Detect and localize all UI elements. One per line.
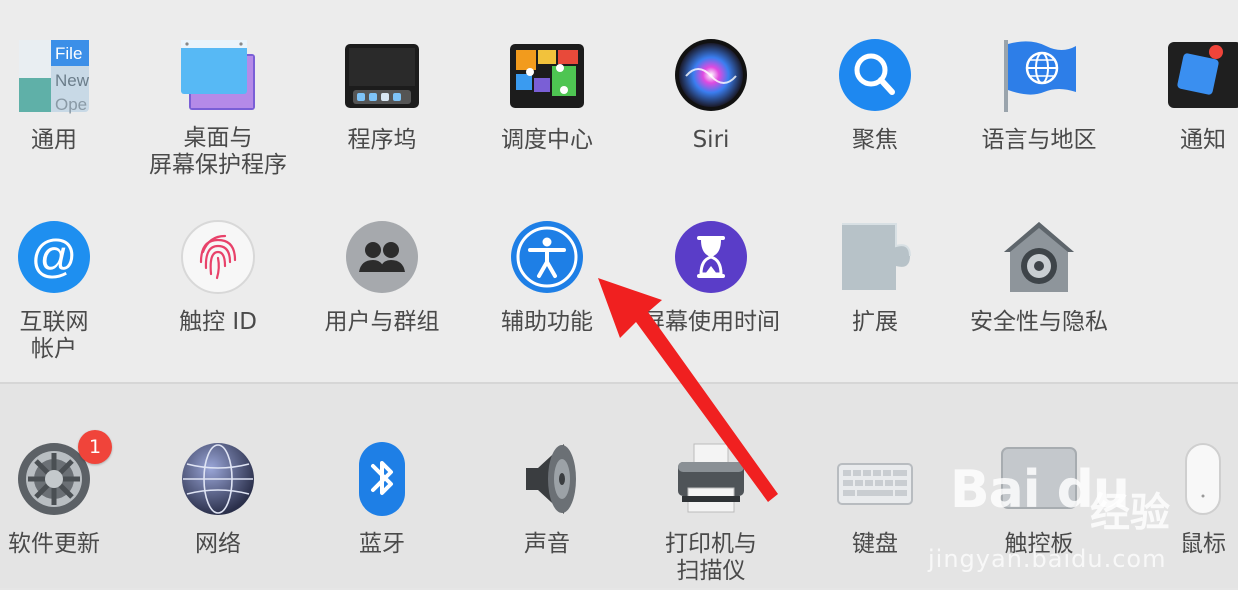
dock-icon xyxy=(345,44,419,108)
pane-bluetooth[interactable]: 蓝牙 xyxy=(300,440,464,570)
pane-language-region[interactable]: 语言与地区 xyxy=(957,36,1121,166)
pane-label: 键盘 xyxy=(852,531,898,557)
pane-label: 打印机与 扫描仪 xyxy=(665,531,757,584)
pane-siri[interactable]: Siri xyxy=(629,36,793,166)
pane-spotlight[interactable]: 聚焦 xyxy=(793,36,957,166)
pane-printers-scanners[interactable]: 打印机与 扫描仪 xyxy=(629,440,793,590)
sound-icon xyxy=(526,444,576,514)
general-icon: File New Ope xyxy=(19,40,90,114)
pane-internet-accounts[interactable]: @ 互联网 帐户 xyxy=(0,218,136,368)
pane-label: 蓝牙 xyxy=(359,531,405,557)
pane-label: 聚焦 xyxy=(852,127,898,153)
pane-network[interactable]: 网络 xyxy=(136,440,300,570)
pane-accessibility[interactable]: 辅助功能 xyxy=(465,218,629,348)
pane-notifications[interactable]: 通知 xyxy=(1121,36,1238,166)
touch-id-icon xyxy=(181,220,255,294)
pane-label: 程序坞 xyxy=(347,127,417,153)
pane-users-groups[interactable]: 用户与群组 xyxy=(300,218,464,348)
network-icon xyxy=(182,443,254,515)
pane-sound[interactable]: 声音 xyxy=(465,440,629,570)
extensions-icon xyxy=(842,223,911,290)
spotlight-icon xyxy=(839,39,911,111)
pane-software-update[interactable]: 1 软件更新 xyxy=(0,430,136,570)
pane-label: Siri xyxy=(692,127,730,153)
pane-label: 辅助功能 xyxy=(501,309,593,335)
pane-label: 触控板 xyxy=(1004,531,1074,557)
pane-label: 通用 xyxy=(31,127,77,153)
pane-label: 通知 xyxy=(1180,127,1226,153)
pane-label: 调度中心 xyxy=(501,127,593,153)
svg-text:File: File xyxy=(55,44,82,63)
pane-dock[interactable]: 程序坞 xyxy=(300,36,464,166)
pane-screen-time[interactable]: 屏幕使用时间 xyxy=(629,218,793,348)
pane-label: 桌面与 屏幕保护程序 xyxy=(149,125,287,178)
pane-label: 声音 xyxy=(524,531,570,557)
desktop-screensaver-icon xyxy=(181,40,255,110)
pane-mission-control[interactable]: 调度中心 xyxy=(465,36,629,166)
pane-trackpad[interactable]: 触控板 xyxy=(957,440,1121,570)
printers-scanners-icon xyxy=(678,443,744,513)
pane-desktop-screensaver[interactable]: 桌面与 屏幕保护程序 xyxy=(136,36,300,186)
pane-general[interactable]: File New Ope 通用 xyxy=(0,36,136,166)
pane-label: 鼠标 xyxy=(1180,531,1226,557)
security-privacy-icon xyxy=(1004,222,1074,292)
users-groups-icon xyxy=(346,221,418,293)
svg-text:New: New xyxy=(55,71,90,90)
trackpad-icon xyxy=(1001,447,1077,509)
pane-security-privacy[interactable]: 安全性与隐私 xyxy=(957,218,1121,348)
mission-control-icon xyxy=(510,44,584,108)
pane-label: 网络 xyxy=(195,531,241,557)
keyboard-icon xyxy=(837,463,913,505)
mouse-icon xyxy=(1185,443,1221,515)
pane-label: 用户与群组 xyxy=(324,309,440,335)
siri-icon xyxy=(675,39,747,111)
update-count-badge: 1 xyxy=(78,430,112,464)
pane-touch-id[interactable]: 触控 ID xyxy=(136,218,300,348)
bluetooth-icon xyxy=(359,442,405,516)
pane-extensions[interactable]: 扩展 xyxy=(793,218,957,348)
svg-text:Ope: Ope xyxy=(55,95,87,114)
pane-label: 安全性与隐私 xyxy=(970,309,1108,335)
internet-accounts-icon: @ xyxy=(18,221,90,293)
pane-mouse[interactable]: 鼠标 xyxy=(1121,440,1238,570)
pane-label: 互联网 帐户 xyxy=(19,309,89,362)
pane-label: 扩展 xyxy=(852,309,898,335)
notifications-icon xyxy=(1168,42,1238,108)
pane-label: 屏幕使用时间 xyxy=(642,309,780,335)
language-region-icon xyxy=(1004,40,1076,112)
svg-text:@: @ xyxy=(31,230,78,282)
screen-time-icon xyxy=(675,221,747,293)
pane-label: 语言与地区 xyxy=(981,127,1097,153)
pane-label: 软件更新 xyxy=(8,531,100,557)
accessibility-icon xyxy=(511,221,583,293)
pane-keyboard[interactable]: 键盘 xyxy=(793,440,957,570)
pane-label: 触控 ID xyxy=(179,309,257,335)
